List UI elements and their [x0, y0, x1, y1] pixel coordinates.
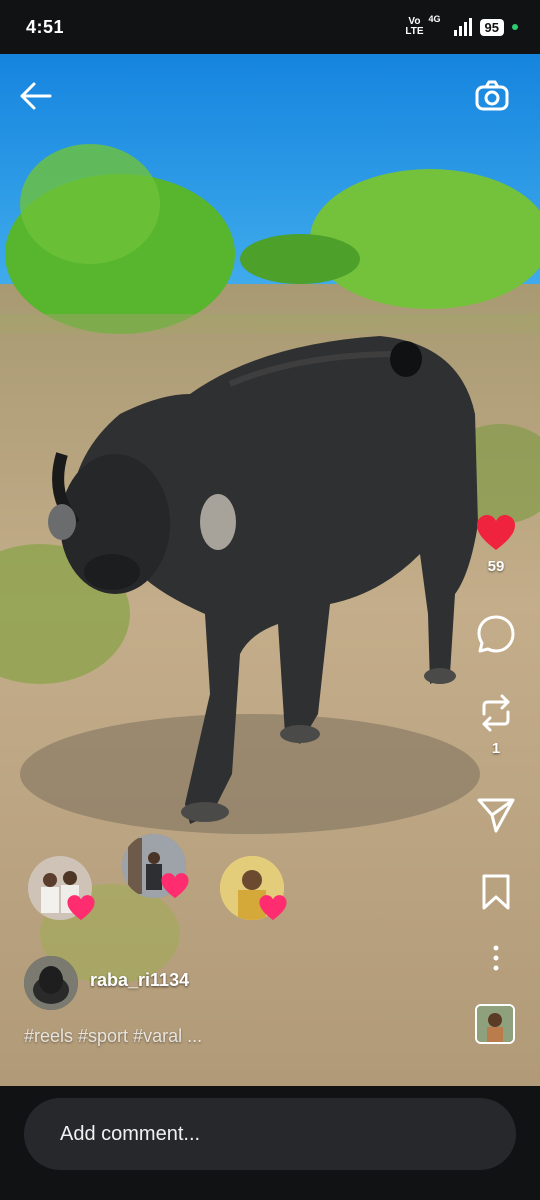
send-icon[interactable]	[476, 796, 516, 834]
audio-thumbnail[interactable]	[475, 1004, 515, 1044]
comment-icon[interactable]	[476, 614, 516, 654]
like-count: 59	[487, 558, 505, 575]
heart-icon	[259, 895, 287, 921]
save-control[interactable]	[466, 873, 526, 911]
heart-icon	[67, 895, 95, 921]
bottom-bar: Add comment...	[0, 1086, 540, 1200]
repost-control[interactable]: 1	[466, 692, 526, 757]
repost-icon[interactable]	[476, 692, 516, 734]
volte-indicator: Vo LTE	[405, 16, 424, 37]
signal-icon: 4G	[429, 14, 472, 36]
author-username[interactable]: raba_ri1134	[90, 970, 189, 991]
reel-caption[interactable]: #reels #sport #varal ...	[24, 1026, 202, 1047]
author-avatar[interactable]	[24, 956, 78, 1010]
comment-control[interactable]	[466, 614, 526, 654]
status-icons: Vo LTE 4G 95	[405, 14, 518, 37]
heart-icon[interactable]	[475, 514, 517, 552]
bookmark-icon[interactable]	[478, 873, 514, 911]
more-control[interactable]	[466, 944, 526, 972]
more-icon[interactable]	[491, 944, 501, 972]
heart-icon	[161, 873, 189, 899]
reel-video[interactable]	[0, 54, 540, 1086]
status-bar: 4:51 Vo LTE 4G 95	[0, 0, 540, 54]
share-control[interactable]	[466, 796, 526, 834]
camera-button[interactable]	[472, 78, 512, 114]
buffalo-scene	[0, 54, 540, 1086]
network-type: 4G	[428, 14, 441, 24]
like-control[interactable]: 59	[466, 514, 526, 575]
repost-count: 1	[491, 740, 501, 757]
status-time: 4:51	[26, 16, 65, 37]
back-button[interactable]	[16, 78, 56, 114]
back-arrow-icon	[20, 82, 52, 110]
privacy-dot	[512, 24, 518, 30]
battery-indicator: 95	[479, 18, 504, 36]
add-comment-input[interactable]: Add comment...	[24, 1098, 516, 1170]
camera-icon	[475, 80, 509, 111]
